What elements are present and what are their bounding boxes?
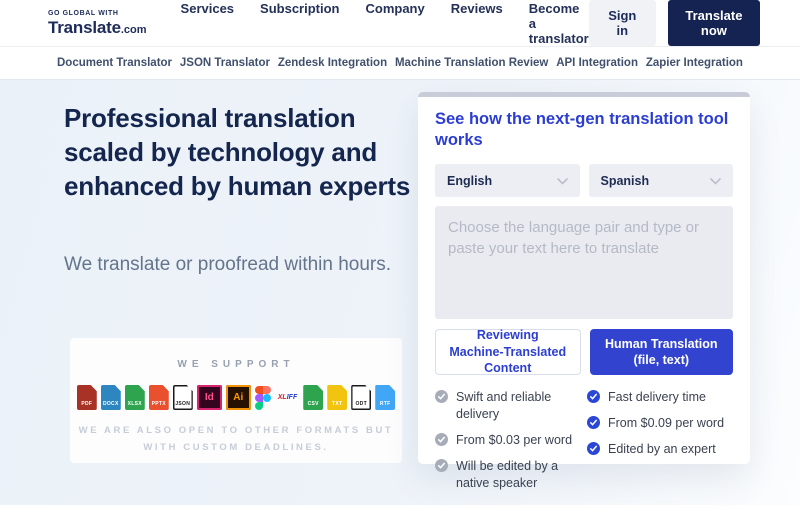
secondary-nav: Document Translator JSON Translator Zend…: [0, 47, 800, 80]
headline-line-3: enhanced by human experts: [64, 170, 414, 204]
human-feature-3: Edited by an expert: [587, 441, 733, 458]
human-feature-2: From $0.09 per word: [587, 415, 733, 432]
check-circle-icon: [435, 390, 448, 403]
csv-file-icon: CSV: [303, 385, 323, 410]
xlsx-file-icon: XLSX: [125, 385, 145, 410]
check-circle-icon: [587, 416, 600, 429]
tool-title: See how the next-gen translation tool wo…: [435, 109, 737, 151]
odt-file-icon: ODT: [351, 385, 371, 410]
nav-item-reviews[interactable]: Reviews: [451, 1, 503, 46]
feature-text: From $0.09 per word: [608, 415, 724, 432]
headline-line-1: Professional translation: [64, 102, 414, 136]
feature-text: Swift and reliable delivery: [456, 389, 581, 423]
indesign-icon: Id: [197, 385, 222, 410]
translation-tool-card: See how the next-gen translation tool wo…: [418, 92, 750, 464]
rtf-file-icon: RTF: [375, 385, 395, 410]
language-selectors-row: English Spanish: [435, 164, 733, 197]
machine-features-list: Swift and reliable delivery From $0.03 p…: [435, 389, 581, 500]
support-note: WE ARE ALSO OPEN TO OTHER FORMATS BUT WI…: [70, 423, 402, 456]
check-circle-icon: [435, 433, 448, 446]
logo-tagline: GO GLOBAL WITH: [48, 10, 147, 17]
docx-file-icon: DOCX: [101, 385, 121, 410]
main-nav: Services Subscription Company Reviews Be…: [181, 1, 589, 46]
source-language-value: English: [447, 174, 492, 188]
illustrator-icon: Ai: [226, 385, 251, 410]
subnav-item-api-integration[interactable]: API Integration: [556, 57, 638, 69]
human-translation-button[interactable]: Human Translation (file, text): [590, 329, 734, 375]
feature-text: Fast delivery time: [608, 389, 706, 406]
logo-brand: Translate: [48, 18, 121, 37]
feature-text: From $0.03 per word: [456, 432, 572, 449]
feature-text: Will be edited by a native speaker: [456, 458, 581, 492]
format-icons-row: PDF DOCX XLSX PPTX JSON Id Ai XLIFF CSV …: [70, 384, 402, 410]
headline-line-2: scaled by technology and: [64, 136, 414, 170]
subnav-item-machine-translation-review[interactable]: Machine Translation Review: [395, 57, 548, 69]
subnav-item-document-translator[interactable]: Document Translator: [57, 57, 172, 69]
check-circle-icon: [435, 459, 448, 472]
nav-item-subscription[interactable]: Subscription: [260, 1, 339, 46]
support-title: WE SUPPORT: [70, 359, 402, 370]
machine-feature-2: From $0.03 per word: [435, 432, 581, 449]
features-lists: Swift and reliable delivery From $0.03 p…: [435, 389, 733, 500]
check-circle-icon: [587, 390, 600, 403]
json-file-icon: JSON: [173, 385, 193, 410]
machine-feature-1: Swift and reliable delivery: [435, 389, 581, 423]
chevron-down-icon: [710, 172, 721, 190]
reviewing-machine-translated-button[interactable]: Reviewing Machine-Translated Content: [435, 329, 581, 375]
subnav-item-zendesk-integration[interactable]: Zendesk Integration: [278, 57, 387, 69]
check-circle-icon: [587, 442, 600, 455]
nav-item-become-a-translator[interactable]: Become a translator: [529, 1, 589, 46]
hero-headline: Professional translation scaled by techn…: [64, 102, 414, 203]
supported-formats-card: WE SUPPORT PDF DOCX XLSX PPTX JSON Id Ai…: [70, 338, 402, 463]
human-feature-1: Fast delivery time: [587, 389, 733, 406]
pptx-file-icon: PPTX: [149, 385, 169, 410]
nav-item-services[interactable]: Services: [181, 1, 235, 46]
subnav-item-zapier-integration[interactable]: Zapier Integration: [646, 57, 743, 69]
translation-text-input[interactable]: [435, 206, 733, 319]
source-language-select[interactable]: English: [435, 164, 580, 197]
card-body: See how the next-gen translation tool wo…: [418, 97, 750, 501]
target-language-value: Spanish: [601, 174, 650, 188]
hero-subtitle: We translate or proofread within hours.: [64, 254, 391, 276]
target-language-select[interactable]: Spanish: [589, 164, 734, 197]
sign-in-button[interactable]: Sign in: [589, 0, 656, 46]
subnav-item-json-translator[interactable]: JSON Translator: [180, 57, 270, 69]
machine-feature-3: Will be edited by a native speaker: [435, 458, 581, 492]
translate-now-button[interactable]: Translate now: [668, 0, 760, 46]
txt-file-icon: TXT: [327, 385, 347, 410]
pdf-file-icon: PDF: [77, 385, 97, 410]
nav-item-company[interactable]: Company: [366, 1, 425, 46]
xliff-icon: XLIFF: [278, 385, 297, 410]
chevron-down-icon: [557, 172, 568, 190]
hero-section: Professional translation scaled by techn…: [0, 80, 800, 505]
header-actions: Sign in Translate now: [589, 0, 760, 46]
site-logo[interactable]: GO GLOBAL WITH Translate.com: [48, 10, 147, 37]
cta-buttons-row: Reviewing Machine-Translated Content Hum…: [435, 329, 733, 375]
figma-icon: [255, 385, 272, 410]
top-header: GO GLOBAL WITH Translate.com Services Su…: [0, 0, 800, 47]
human-features-list: Fast delivery time From $0.09 per word E…: [587, 389, 733, 500]
feature-text: Edited by an expert: [608, 441, 716, 458]
logo-tld: .com: [121, 24, 147, 36]
